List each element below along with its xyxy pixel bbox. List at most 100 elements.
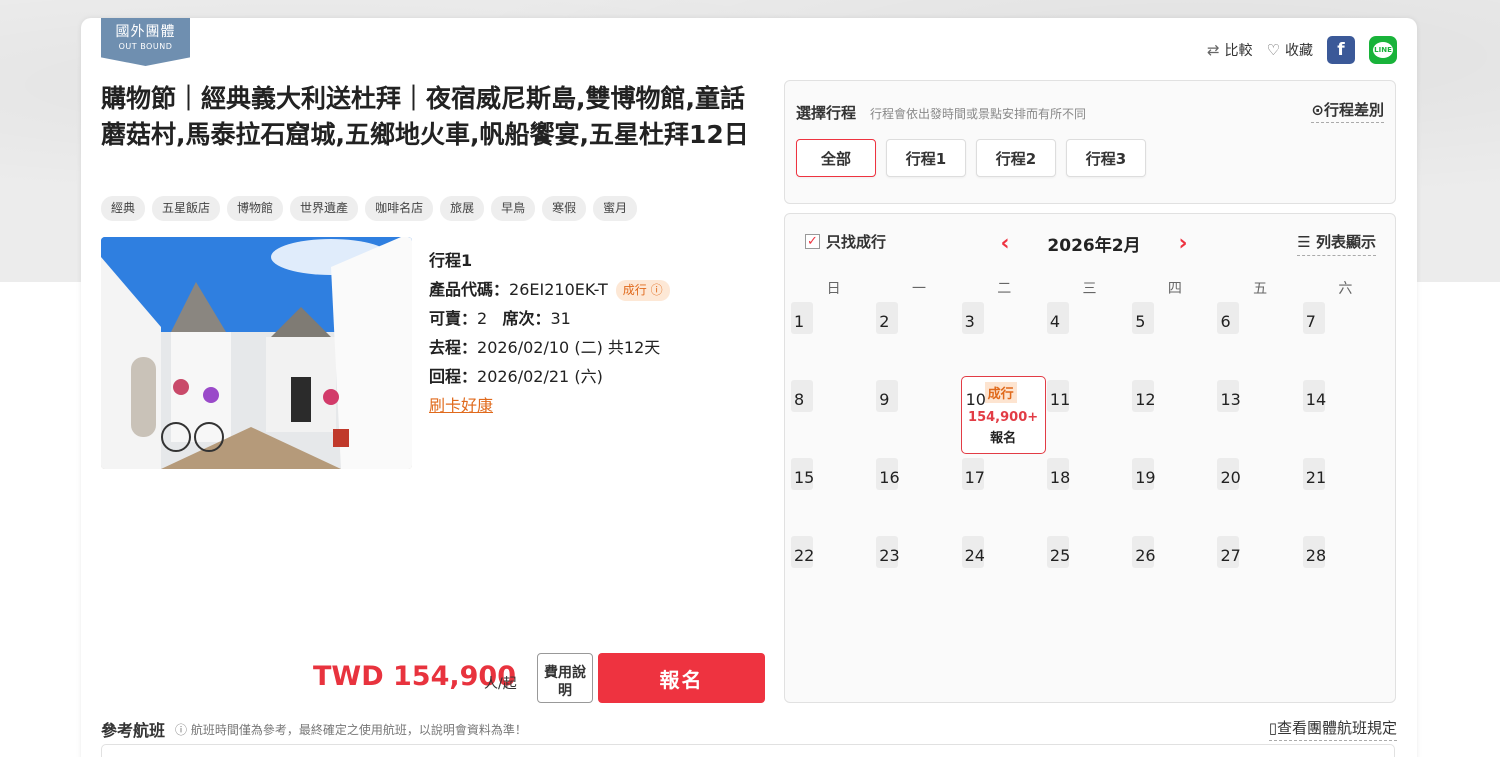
document-icon: ▯ bbox=[1268, 719, 1277, 737]
product-info: 行程1 產品代碼：26EI210EK-T 成行 ⓘ 可賣：2 席次：31 去程：2… bbox=[429, 246, 670, 420]
calendar-day: 11 bbox=[1046, 376, 1132, 454]
calendar-grid: 1 2 3 4 5 6 7 8 9 10 成行 154,900+ 報名 11 1… bbox=[791, 298, 1388, 610]
tab-all[interactable]: 全部 bbox=[796, 139, 876, 177]
depart-date: 2026/02/10 (二) 共12天 bbox=[477, 338, 661, 357]
calendar-day: 20 bbox=[1217, 454, 1302, 532]
tag[interactable]: 旅展 bbox=[440, 196, 485, 221]
signup-button[interactable]: 報名 bbox=[598, 653, 765, 703]
favorite-button[interactable]: ♡ 收藏 bbox=[1267, 40, 1313, 60]
month-nav: ‹ 2026年2月 › bbox=[990, 231, 1198, 256]
calendar-day: 8 bbox=[791, 376, 876, 454]
depart-row: 去程：2026/02/10 (二) 共12天 bbox=[429, 338, 661, 357]
compare-button[interactable]: ⇄ 比較 bbox=[1207, 40, 1253, 60]
product-card: 國外團體 OUT BOUND ⇄ 比較 ♡ 收藏 f LINE 購物節｜經典義大… bbox=[81, 18, 1417, 757]
calendar-day: 6 bbox=[1217, 298, 1302, 376]
calendar-day: 12 bbox=[1132, 376, 1217, 454]
departure-calendar: ✓ 只找成行 ‹ 2026年2月 › ☰ 列表顯示 日 一 二 三 四 五 六 … bbox=[784, 213, 1396, 703]
info-icon: ⓘ bbox=[175, 722, 188, 737]
tag[interactable]: 早鳥 bbox=[491, 196, 536, 221]
itinerary-selector: 選擇行程 行程會依出發時間或景點安排而有所不同 ⊙行程差別 全部 行程1 行程2… bbox=[784, 80, 1396, 204]
list-view-toggle[interactable]: ☰ 列表顯示 bbox=[1297, 231, 1376, 256]
tab-itinerary-3[interactable]: 行程3 bbox=[1066, 139, 1146, 177]
calendar-day: 23 bbox=[876, 532, 961, 610]
compare-label: 比較 bbox=[1224, 43, 1253, 59]
reference-flight-header: 參考航班 ⓘ 航班時間僅為參考，最終確定之使用航班，以說明會資料為準！ bbox=[101, 717, 527, 741]
tag[interactable]: 世界遺產 bbox=[290, 196, 359, 221]
tag[interactable]: 經典 bbox=[101, 196, 146, 221]
itinerary-diff-link[interactable]: ⊙行程差別 bbox=[1311, 99, 1384, 123]
selector-title: 選擇行程 bbox=[796, 104, 857, 122]
trulli-street-image bbox=[101, 237, 412, 469]
tag-list: 經典 五星飯店 博物館 世界遺產 咖啡名店 旅展 早鳥 寒假 蜜月 bbox=[101, 196, 638, 221]
weekday-header: 日 一 二 三 四 五 六 bbox=[791, 278, 1388, 298]
calendar-day: 17 bbox=[961, 454, 1047, 532]
next-month-icon[interactable]: › bbox=[1168, 231, 1198, 256]
weekday: 四 bbox=[1167, 281, 1182, 297]
top-actions: ⇄ 比較 ♡ 收藏 f LINE bbox=[1207, 36, 1397, 64]
calendar-day: 16 bbox=[876, 454, 961, 532]
weekday: 三 bbox=[1082, 281, 1097, 297]
status-badge[interactable]: 成行 ⓘ bbox=[615, 280, 670, 301]
calendar-day: 7 bbox=[1302, 298, 1388, 376]
month-label: 2026年2月 bbox=[1047, 236, 1141, 256]
calendar-day: 14 bbox=[1302, 376, 1388, 454]
weekday: 二 bbox=[997, 281, 1012, 297]
tag[interactable]: 寒假 bbox=[542, 196, 587, 221]
seat-count: 31 bbox=[550, 309, 571, 328]
card-promo-link[interactable]: 刷卡好康 bbox=[429, 396, 493, 415]
product-photo[interactable] bbox=[101, 237, 412, 469]
line-share-icon[interactable]: LINE bbox=[1369, 36, 1397, 64]
checkbox-checked-icon[interactable]: ✓ bbox=[805, 234, 820, 249]
outbound-badge: 國外團體 OUT BOUND bbox=[101, 18, 190, 66]
calendar-day: 15 bbox=[791, 454, 876, 532]
calendar-day: 4 bbox=[1046, 298, 1132, 376]
weekday: 六 bbox=[1338, 281, 1353, 297]
only-run-filter[interactable]: ✓ 只找成行 bbox=[805, 231, 886, 252]
tag[interactable]: 咖啡名店 bbox=[365, 196, 434, 221]
product-code-row: 產品代碼：26EI210EK-T 成行 ⓘ bbox=[429, 275, 670, 304]
prev-month-icon[interactable]: ‹ bbox=[990, 231, 1020, 256]
calendar-day: 2 bbox=[876, 298, 961, 376]
selector-note: 行程會依出發時間或景點安排而有所不同 bbox=[870, 107, 1087, 121]
check-circle-icon: ⊙ bbox=[1311, 101, 1324, 119]
compare-icon: ⇄ bbox=[1206, 41, 1220, 59]
fee-info-button[interactable]: 費用說明 bbox=[537, 653, 593, 703]
calendar-day: 13 bbox=[1217, 376, 1302, 454]
tag[interactable]: 五星飯店 bbox=[152, 196, 221, 221]
availability-row: 可賣：2 席次：31 bbox=[429, 309, 571, 328]
return-row: 回程：2026/02/21 (六) bbox=[429, 367, 603, 386]
tab-itinerary-2[interactable]: 行程2 bbox=[976, 139, 1056, 177]
heart-icon: ♡ bbox=[1266, 41, 1280, 59]
tag[interactable]: 博物館 bbox=[227, 196, 284, 221]
calendar-day: 26 bbox=[1132, 532, 1217, 610]
calendar-day: 24 bbox=[961, 532, 1047, 610]
line-label: LINE bbox=[1373, 42, 1393, 58]
favorite-label: 收藏 bbox=[1285, 43, 1313, 59]
product-code: 26EI210EK-T bbox=[509, 280, 608, 299]
list-icon: ☰ bbox=[1297, 233, 1311, 251]
calendar-day: 3 bbox=[961, 298, 1047, 376]
day-price: 154,900+ bbox=[968, 410, 1039, 425]
calendar-day: 21 bbox=[1302, 454, 1388, 532]
calendar-day: 19 bbox=[1132, 454, 1217, 532]
price-unit: 人/起 bbox=[484, 676, 517, 692]
product-title: 購物節｜經典義大利送杜拜｜夜宿威尼斯島,雙博物館,童話蘑菇村,馬泰拉石窟城,五鄉… bbox=[101, 84, 749, 149]
itinerary-name: 行程1 bbox=[429, 251, 473, 270]
calendar-day: 9 bbox=[876, 376, 961, 454]
calendar-day-available[interactable]: 10 成行 154,900+ 報名 bbox=[960, 376, 1046, 454]
weekday: 一 bbox=[911, 281, 926, 297]
badge-zh: 國外團體 bbox=[115, 24, 176, 40]
day-signup: 報名 bbox=[990, 431, 1017, 446]
calendar-day: 28 bbox=[1302, 532, 1388, 610]
flight-rule-link[interactable]: ▯查看團體航班規定 bbox=[1268, 717, 1397, 741]
tab-itinerary-1[interactable]: 行程1 bbox=[886, 139, 966, 177]
facebook-share-icon[interactable]: f bbox=[1327, 36, 1355, 64]
weekday: 日 bbox=[826, 281, 841, 297]
calendar-day: 1 bbox=[791, 298, 876, 376]
flight-note: ⓘ 航班時間僅為參考，最終確定之使用航班，以說明會資料為準！ bbox=[175, 722, 527, 737]
return-date: 2026/02/21 (六) bbox=[477, 367, 603, 386]
calendar-day: 18 bbox=[1046, 454, 1132, 532]
weekday: 五 bbox=[1253, 281, 1268, 297]
flight-panel bbox=[101, 744, 1395, 757]
tag[interactable]: 蜜月 bbox=[593, 196, 638, 221]
